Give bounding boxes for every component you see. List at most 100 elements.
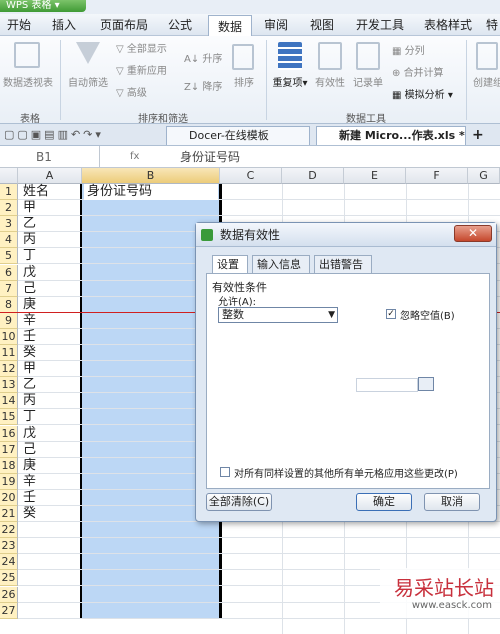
create-group-button[interactable]: 创建组 (468, 78, 500, 90)
record-form-button[interactable]: 记录单 (350, 78, 386, 90)
row-header[interactable]: 7 (0, 280, 18, 297)
apply-all-checkbox[interactable] (220, 467, 230, 477)
clear-all-button[interactable]: 全部清除(C) (206, 493, 272, 511)
cell-a[interactable]: 辛 (20, 474, 80, 490)
row-header[interactable]: 11 (0, 345, 18, 361)
dialog-tab-settings[interactable]: 设置 (212, 255, 248, 274)
cell-a[interactable]: 己 (20, 442, 80, 458)
duplicates-button[interactable]: 重复项▾ (270, 78, 310, 90)
row-header[interactable]: 19 (0, 473, 18, 490)
row-header[interactable]: 25 (0, 570, 18, 587)
row-header[interactable]: 18 (0, 457, 18, 474)
row-header[interactable]: 8 (0, 296, 18, 313)
fx-icon[interactable]: fx (130, 146, 170, 168)
row-header[interactable]: 23 (0, 538, 18, 555)
tab-formula[interactable]: 公式 (160, 14, 200, 36)
range-picker-icon[interactable] (418, 377, 434, 391)
tab-developer[interactable]: 开发工具 (350, 14, 410, 36)
name-box[interactable]: B1 (0, 146, 100, 168)
app-menu-button[interactable]: WPS 表格 ▾ (0, 0, 86, 12)
cell-a[interactable]: 癸 (20, 506, 80, 522)
cell-a[interactable]: 壬 (20, 490, 80, 506)
select-all-corner[interactable] (0, 168, 18, 184)
cell-a[interactable]: 乙 (20, 216, 80, 232)
row-header[interactable]: 5 (0, 248, 18, 265)
tab-data[interactable]: 数据 (208, 15, 252, 37)
cell-b1[interactable]: 身份证号码 (84, 184, 218, 200)
row-header[interactable]: 4 (0, 232, 18, 249)
allow-select[interactable]: 整数 ▼ (218, 307, 338, 323)
tab-insert[interactable]: 插入 (44, 14, 84, 36)
cell-a[interactable]: 庚 (20, 297, 80, 313)
row-header[interactable]: 3 (0, 216, 18, 233)
row-header[interactable]: 1 (0, 184, 18, 200)
whatif-button[interactable]: ▦ 模拟分析 ▾ (392, 90, 462, 102)
advanced-filter-button[interactable]: ▽ 高级 (116, 88, 176, 100)
cell-a[interactable]: 庚 (20, 458, 80, 474)
ok-button[interactable]: 确定 (356, 493, 412, 511)
row-header[interactable]: 16 (0, 425, 18, 442)
column-header[interactable]: D (282, 168, 344, 184)
sort-button[interactable]: 排序 (230, 78, 258, 90)
cell-a[interactable]: 丙 (20, 232, 80, 248)
reapply-button[interactable]: ▽ 重新应用 (116, 66, 176, 78)
tab-more[interactable]: 特 (484, 14, 500, 36)
cell-a[interactable]: 丁 (20, 248, 80, 264)
cell-a[interactable]: 辛 (20, 313, 80, 329)
column-header[interactable]: C (220, 168, 282, 184)
row-header[interactable]: 9 (0, 312, 18, 329)
column-header[interactable]: G (468, 168, 500, 184)
validity-button[interactable]: 有效性 (312, 78, 348, 90)
cell-a[interactable]: 甲 (20, 361, 80, 377)
formula-content[interactable]: 身份证号码 (180, 146, 240, 168)
tab-table-style[interactable]: 表格样式 (418, 14, 478, 36)
row-header[interactable]: 14 (0, 393, 18, 410)
doc-tab-docer[interactable]: Docer-在线模板 (166, 126, 310, 145)
column-header[interactable]: B (82, 168, 220, 184)
cell-a[interactable]: 己 (20, 281, 80, 297)
row-header[interactable]: 20 (0, 489, 18, 506)
row-header[interactable]: 21 (0, 506, 18, 522)
cell-a[interactable]: 姓名 (20, 184, 80, 200)
column-header[interactable]: E (344, 168, 406, 184)
sort-desc-button[interactable]: Z↓ 降序 (184, 82, 228, 94)
row-header[interactable]: 17 (0, 441, 18, 458)
row-header[interactable]: 12 (0, 361, 18, 378)
column-header[interactable]: A (18, 168, 82, 184)
consolidate-button[interactable]: ⊕ 合并计算 (392, 68, 452, 80)
quick-access-toolbar[interactable]: ▢▢▣▤▥↶↷▾ (4, 128, 154, 142)
cell-a[interactable]: 壬 (20, 329, 80, 345)
row-header[interactable]: 26 (0, 586, 18, 603)
tab-view[interactable]: 视图 (302, 14, 342, 36)
dialog-tab-input-message[interactable]: 输入信息 (252, 255, 310, 273)
tab-start[interactable]: 开始 (2, 14, 36, 36)
row-header[interactable]: 24 (0, 554, 18, 571)
column-header[interactable]: F (406, 168, 468, 184)
row-header[interactable]: 27 (0, 602, 18, 619)
cell-a[interactable]: 丁 (20, 409, 80, 425)
new-tab-icon[interactable]: + (472, 127, 488, 143)
dialog-close-button[interactable]: ✕ (454, 225, 492, 242)
row-header[interactable]: 10 (0, 328, 18, 345)
cell-a[interactable]: 癸 (20, 345, 80, 361)
tab-review[interactable]: 审阅 (256, 14, 296, 36)
pivot-table-button[interactable]: 数据透视表 (0, 78, 56, 90)
cancel-button[interactable]: 取消 (424, 493, 480, 511)
tab-page-layout[interactable]: 页面布局 (96, 14, 152, 36)
range-input[interactable] (356, 378, 418, 392)
row-header[interactable]: 15 (0, 409, 18, 426)
cell-a[interactable]: 乙 (20, 377, 80, 393)
split-column-button[interactable]: ▦ 分列 (392, 46, 444, 58)
cell-a[interactable]: 戊 (20, 426, 80, 442)
cell-a[interactable]: 戊 (20, 265, 80, 281)
dialog-tab-error-alert[interactable]: 出错警告 (314, 255, 372, 273)
row-header[interactable]: 22 (0, 522, 18, 539)
doc-tab-workbook[interactable]: 新建 Micro...作表.xls * ✕ (316, 126, 466, 160)
ignore-blank-checkbox[interactable]: ✓ (386, 309, 396, 319)
autofilter-button[interactable]: 自动筛选 (64, 78, 112, 90)
row-header[interactable]: 6 (0, 264, 18, 281)
row-header[interactable]: 2 (0, 200, 18, 217)
cell-a[interactable]: 甲 (20, 200, 80, 216)
show-all-button[interactable]: ▽ 全部显示 (116, 44, 176, 56)
row-header[interactable]: 13 (0, 377, 18, 394)
